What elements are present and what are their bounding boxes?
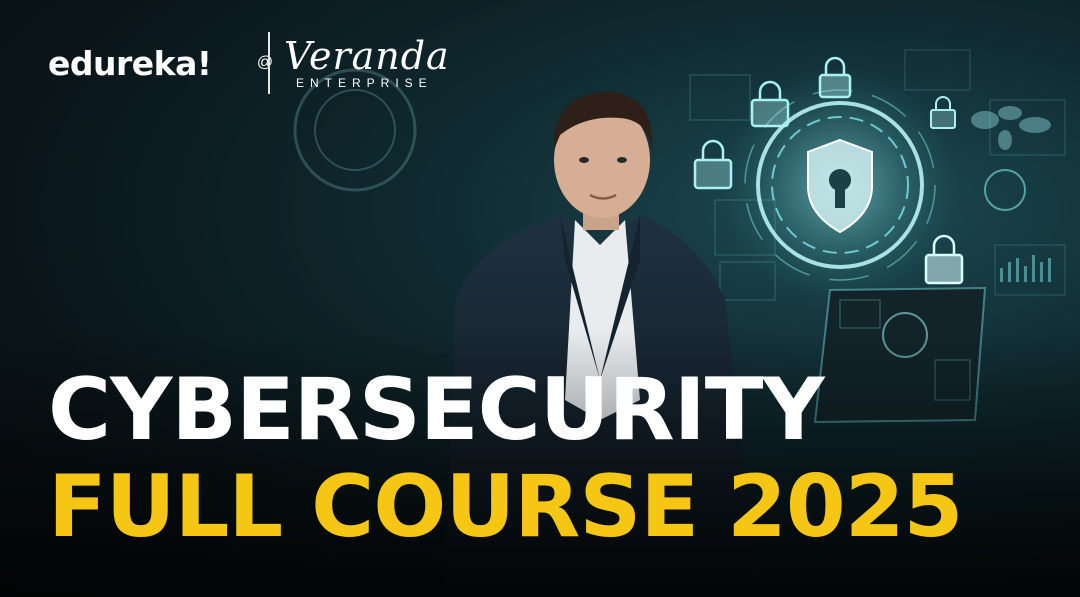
headline-line2: FULL COURSE 2025 (48, 457, 963, 557)
veranda-logo: Veranda (284, 34, 450, 78)
padlock-icon (693, 139, 733, 190)
headline-line1: CYBERSECURITY (48, 360, 825, 460)
hud-panel (994, 244, 1066, 296)
logo-divider (268, 32, 270, 94)
hud-panel (689, 74, 751, 121)
hud-panel (904, 49, 971, 91)
edureka-logo: edureka! (48, 44, 212, 83)
thumbnail: edureka! @ Veranda ENTERPRISE CYBERSECUR… (0, 0, 1080, 597)
veranda-enterprise-label: ENTERPRISE (296, 76, 433, 90)
world-map-icon (971, 106, 1051, 150)
at-symbol: @ (256, 54, 274, 71)
padlock-icon (930, 96, 956, 129)
padlock-icon (818, 56, 852, 99)
